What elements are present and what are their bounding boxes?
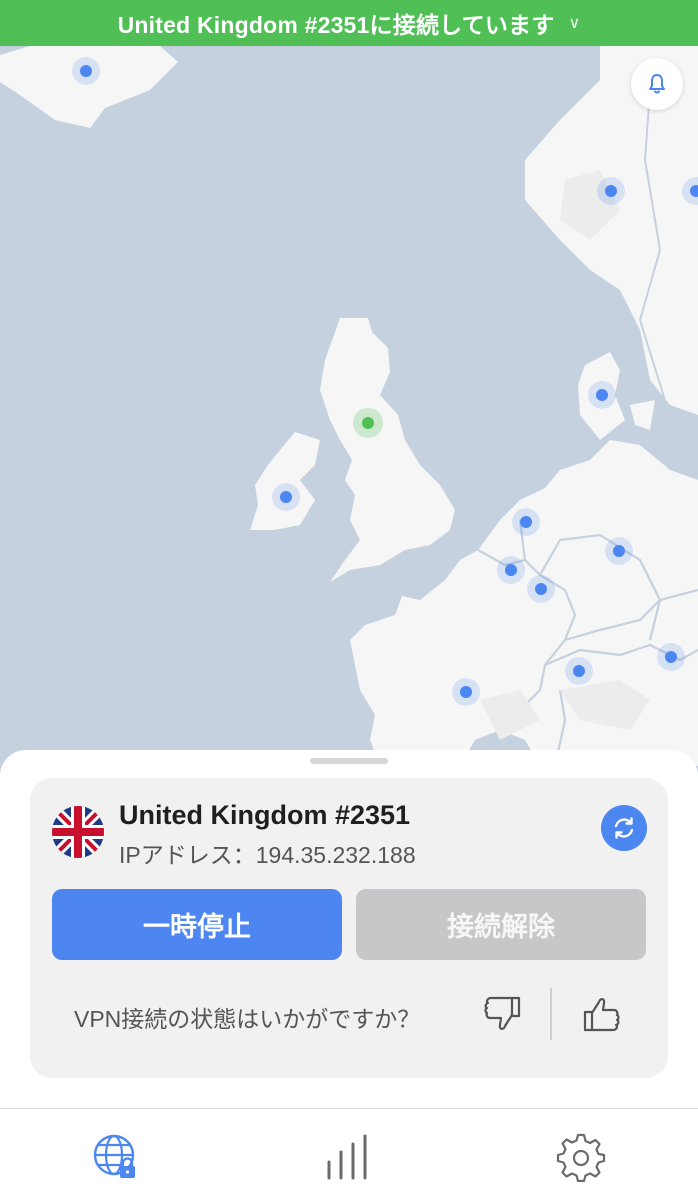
chevron-down-icon: ∨ <box>568 15 581 32</box>
uk-flag-icon <box>52 806 104 858</box>
thumbs-down-icon <box>484 996 521 1030</box>
server-pin-netherlands <box>512 508 540 536</box>
nav-stats-tab[interactable] <box>322 1131 374 1183</box>
server-pin-france <box>452 678 480 706</box>
ip-label: IPアドレス： <box>119 842 256 868</box>
notifications-button[interactable] <box>631 58 683 110</box>
ip-address-line: IPアドレス：194.35.232.188 <box>119 836 416 870</box>
server-pin-luxembourg <box>527 575 555 603</box>
nav-settings-tab[interactable] <box>555 1131 607 1183</box>
bell-icon <box>649 74 665 94</box>
bars-icon <box>327 1134 367 1180</box>
connection-sheet: United Kingdom #2351 IPアドレス：194.35.232.1… <box>0 750 698 1201</box>
connection-card: United Kingdom #2351 IPアドレス：194.35.232.1… <box>30 778 668 1078</box>
server-map[interactable] <box>0 46 698 766</box>
thumbs-down-button[interactable] <box>479 990 527 1038</box>
pause-button[interactable]: 一時停止 <box>52 889 342 960</box>
server-pin-switzerland <box>565 657 593 685</box>
server-pin-norway <box>597 177 625 205</box>
server-pin-denmark <box>588 381 616 409</box>
ip-address: 194.35.232.188 <box>255 842 416 868</box>
server-pin-belgium <box>497 556 525 584</box>
server-pin-united-kingdom-connected <box>353 408 383 438</box>
connection-status-bar[interactable]: United Kingdom #2351に接続しています ∨ <box>0 0 698 46</box>
nav-map-tab[interactable] <box>90 1131 142 1183</box>
refresh-icon <box>614 817 634 839</box>
globe-lock-icon <box>93 1134 135 1178</box>
feedback-question: VPN接続の状態はいかがですか？ <box>74 1006 421 1032</box>
connection-status-text: United Kingdom #2351に接続しています <box>117 12 555 38</box>
feedback-divider <box>550 988 552 1040</box>
server-pin-austria <box>657 643 685 671</box>
gear-icon <box>556 1133 606 1182</box>
server-pin-iceland <box>72 57 100 85</box>
thumbs-up-button[interactable] <box>577 990 625 1038</box>
bottom-navigation <box>0 1108 698 1201</box>
server-name: United Kingdom #2351 <box>119 800 411 830</box>
change-server-button[interactable] <box>601 805 647 851</box>
server-pin-germany <box>605 537 633 565</box>
sheet-grabber[interactable] <box>310 758 388 764</box>
server-pin-ireland <box>272 483 300 511</box>
disconnect-button[interactable]: 接続解除 <box>356 889 646 960</box>
thumbs-up-icon <box>583 998 620 1032</box>
